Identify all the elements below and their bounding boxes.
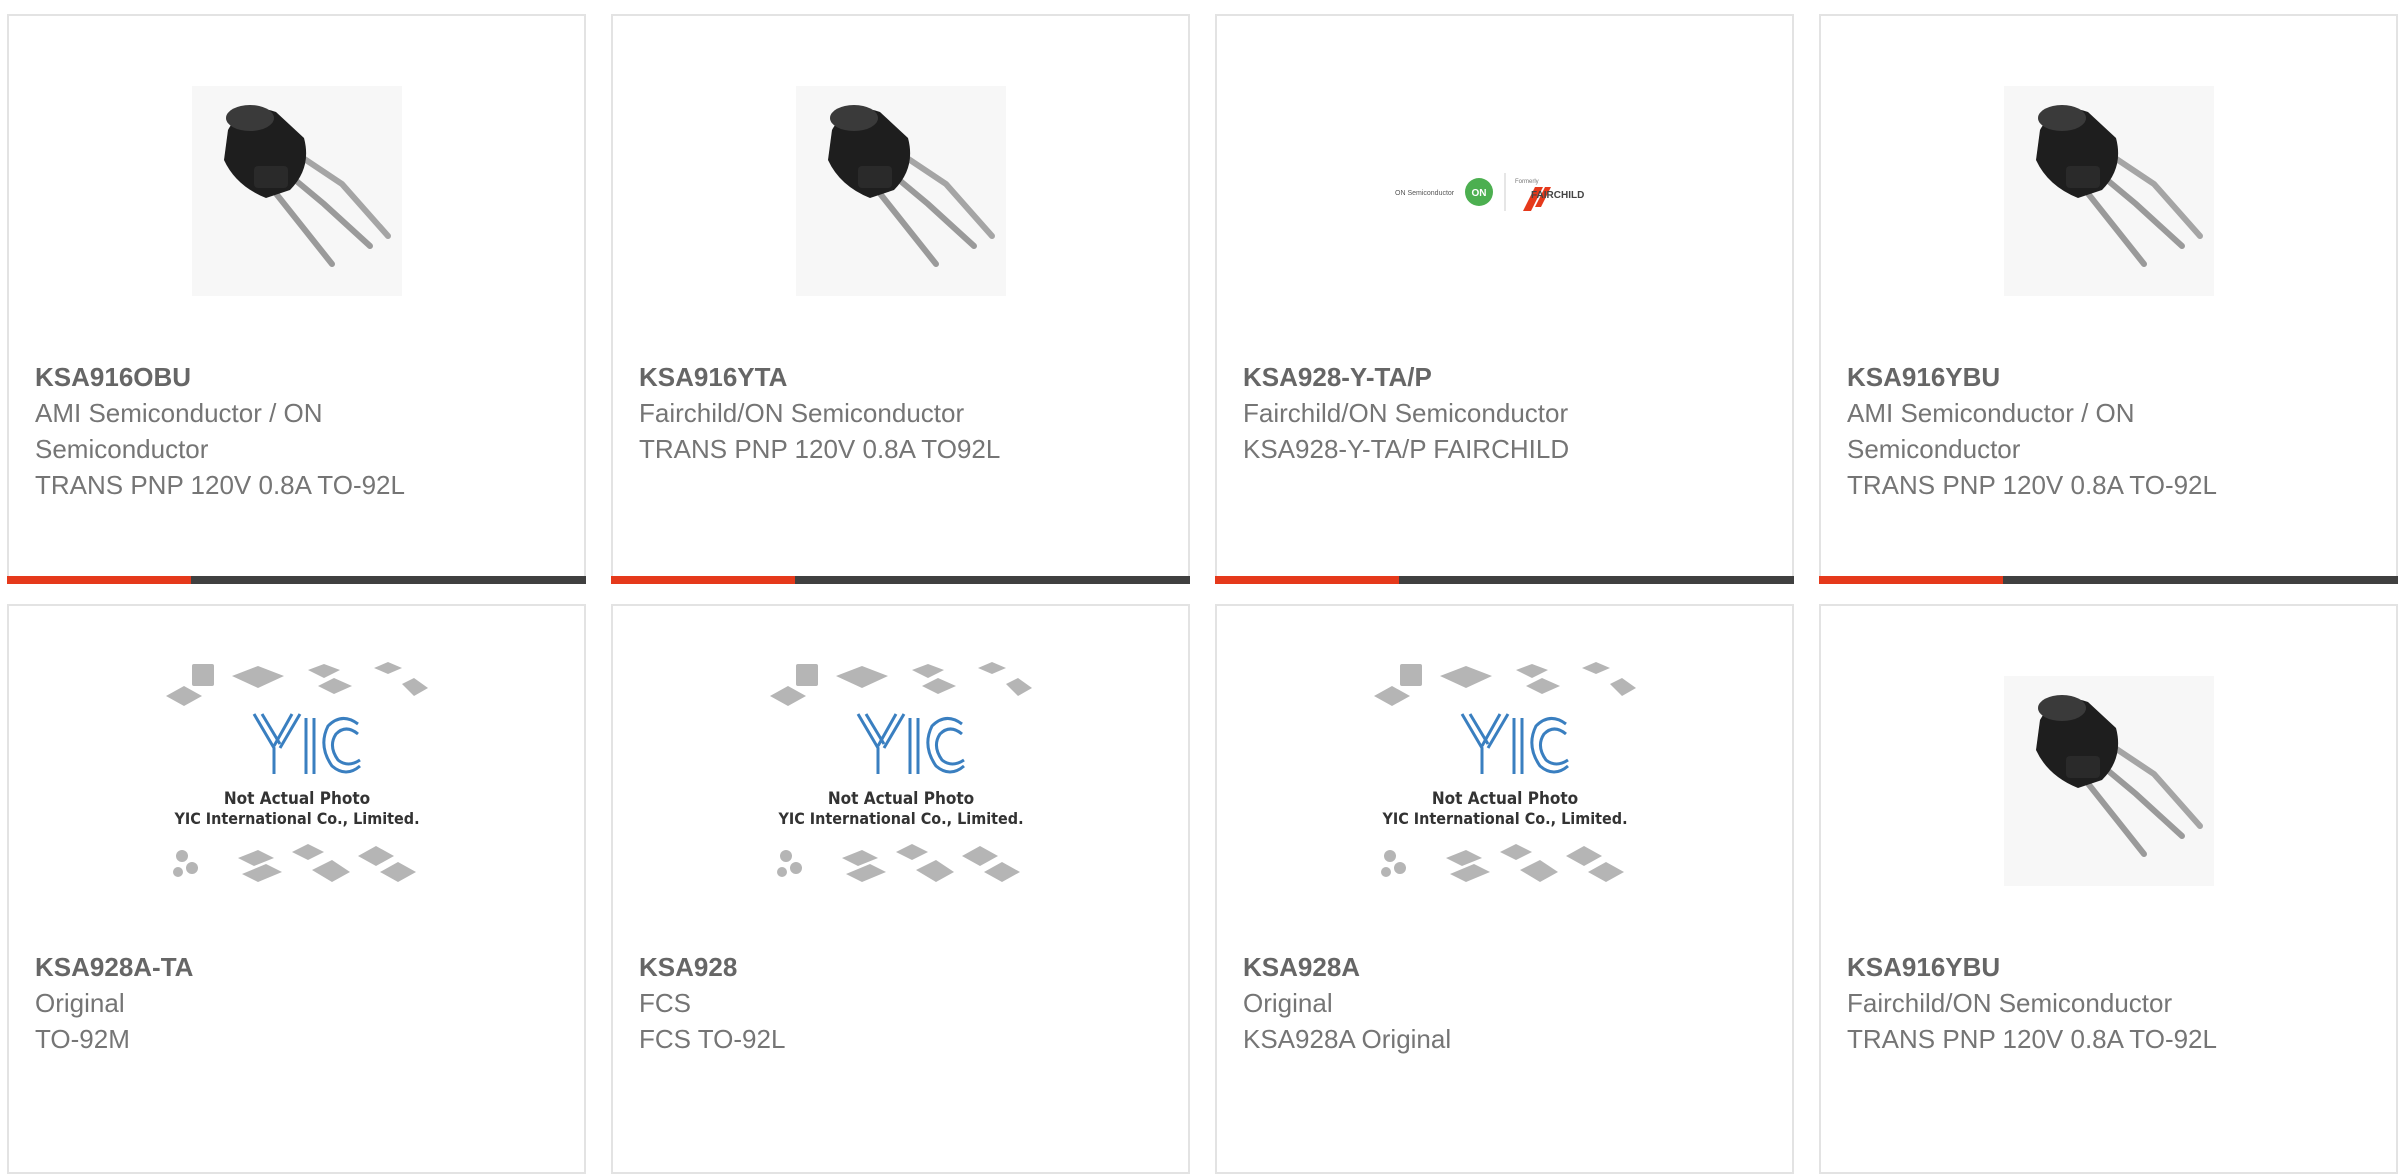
product-info: KSA928A-TA Original TO-92M: [35, 949, 564, 1057]
description: TRANS PNP 120V 0.8A TO92L: [639, 434, 1001, 464]
part-number[interactable]: KSA928: [639, 949, 1168, 985]
product-image[interactable]: [613, 66, 1188, 316]
description: TRANS PNP 120V 0.8A TO-92L: [1847, 1024, 2217, 1054]
product-card[interactable]: Not Actual Photo YIC International Co., …: [7, 604, 586, 1174]
manufacturer: Fairchild/ON Semiconductor: [1847, 988, 2173, 1018]
card-bar-accent: [1819, 576, 2003, 584]
manufacturer: Original: [35, 988, 125, 1018]
product-card[interactable]: KSA916OBU AMI Semiconductor / ON Semicon…: [7, 14, 586, 584]
yic-placeholder-icon: Not Actual Photo YIC International Co., …: [1373, 662, 1636, 882]
product-image[interactable]: [1821, 656, 2396, 906]
part-number[interactable]: KSA916YBU: [1847, 949, 2376, 985]
not-actual-photo-caption: Not Actual Photo: [1431, 789, 1577, 809]
product-info: KSA928-Y-TA/P Fairchild/ON Semiconductor…: [1243, 359, 1772, 467]
part-number[interactable]: KSA916YTA: [639, 359, 1168, 395]
not-actual-photo-caption: Not Actual Photo: [827, 789, 973, 809]
card-bottom-bar: [611, 576, 1190, 584]
card-bottom-bar: [1819, 576, 2398, 584]
product-info: KSA916OBU AMI Semiconductor / ON Semicon…: [35, 359, 564, 503]
description: KSA928-Y-TA/P FAIRCHILD: [1243, 434, 1570, 464]
part-number[interactable]: KSA928A: [1243, 949, 1772, 985]
description: TRANS PNP 120V 0.8A TO-92L: [1847, 470, 2217, 500]
product-card[interactable]: KSA916YTA Fairchild/ON Semiconductor TRA…: [611, 14, 1190, 584]
yic-company-caption: YIC International Co., Limited.: [1381, 809, 1627, 828]
manufacturer: Original: [1243, 988, 1333, 1018]
description: TRANS PNP 120V 0.8A TO-92L: [35, 470, 405, 500]
product-card[interactable]: ON Semiconductor ON Formerly FAIRCHILD K…: [1215, 14, 1794, 584]
transistor-photo-icon: [2003, 676, 2214, 886]
transistor-photo-icon: [2003, 86, 2214, 296]
product-info: KSA916YBU Fairchild/ON Semiconductor TRA…: [1847, 949, 2376, 1057]
part-number[interactable]: KSA916OBU: [35, 359, 564, 395]
description: KSA928A Original: [1243, 1024, 1452, 1054]
manufacturer: FCS: [639, 988, 691, 1018]
product-info: KSA928A Original KSA928A Original: [1243, 949, 1772, 1057]
yic-placeholder-icon: Not Actual Photo YIC International Co., …: [769, 662, 1032, 882]
product-image[interactable]: ON Semiconductor ON Formerly FAIRCHILD: [1217, 66, 1792, 316]
product-image[interactable]: [9, 66, 584, 316]
product-info: KSA928 FCS FCS TO-92L: [639, 949, 1168, 1057]
on-semi-logo-text: ON Semiconductor: [1395, 190, 1455, 197]
fairchild-text: FAIRCHILD: [1531, 190, 1584, 201]
not-actual-photo-caption: Not Actual Photo: [223, 789, 369, 809]
product-image[interactable]: Not Actual Photo YIC International Co., …: [9, 656, 584, 906]
on-badge-text: ON: [1471, 188, 1486, 199]
on-semi-fairchild-logo-icon: ON Semiconductor ON Formerly FAIRCHILD: [1395, 173, 1584, 211]
product-image[interactable]: Not Actual Photo YIC International Co., …: [613, 656, 1188, 906]
part-number[interactable]: KSA928-Y-TA/P: [1243, 359, 1772, 395]
product-info: KSA916YTA Fairchild/ON Semiconductor TRA…: [639, 359, 1168, 467]
manufacturer-line-2: Semiconductor: [35, 434, 209, 464]
yic-placeholder-icon: Not Actual Photo YIC International Co., …: [165, 662, 428, 882]
card-bottom-bar: [7, 576, 586, 584]
yic-company-caption: YIC International Co., Limited.: [173, 809, 419, 828]
part-number[interactable]: KSA928A-TA: [35, 949, 564, 985]
description: FCS TO-92L: [639, 1024, 786, 1054]
transistor-photo-icon: [795, 86, 1006, 296]
yic-company-caption: YIC International Co., Limited.: [777, 809, 1023, 828]
product-info: KSA916YBU AMI Semiconductor / ON Semicon…: [1847, 359, 2376, 503]
product-image[interactable]: Not Actual Photo YIC International Co., …: [1217, 656, 1792, 906]
card-bar-accent: [7, 576, 191, 584]
manufacturer: Fairchild/ON Semiconductor: [639, 398, 965, 428]
product-image[interactable]: [1821, 66, 2396, 316]
card-bar-accent: [1215, 576, 1399, 584]
transistor-photo-icon: [191, 86, 402, 296]
manufacturer: Fairchild/ON Semiconductor: [1243, 398, 1569, 428]
part-number[interactable]: KSA916YBU: [1847, 359, 2376, 395]
formerly-text: Formerly: [1515, 179, 1539, 185]
product-card[interactable]: Not Actual Photo YIC International Co., …: [1215, 604, 1794, 1174]
manufacturer-line-1: AMI Semiconductor / ON: [35, 398, 323, 428]
manufacturer-line-1: AMI Semiconductor / ON: [1847, 398, 2135, 428]
product-card[interactable]: KSA916YBU AMI Semiconductor / ON Semicon…: [1819, 14, 2398, 584]
product-grid: KSA916OBU AMI Semiconductor / ON Semicon…: [0, 0, 2400, 1174]
product-card[interactable]: KSA916YBU Fairchild/ON Semiconductor TRA…: [1819, 604, 2398, 1174]
manufacturer-line-2: Semiconductor: [1847, 434, 2021, 464]
description: TO-92M: [35, 1024, 130, 1054]
product-card[interactable]: Not Actual Photo YIC International Co., …: [611, 604, 1190, 1174]
card-bottom-bar: [1215, 576, 1794, 584]
card-bar-accent: [611, 576, 795, 584]
